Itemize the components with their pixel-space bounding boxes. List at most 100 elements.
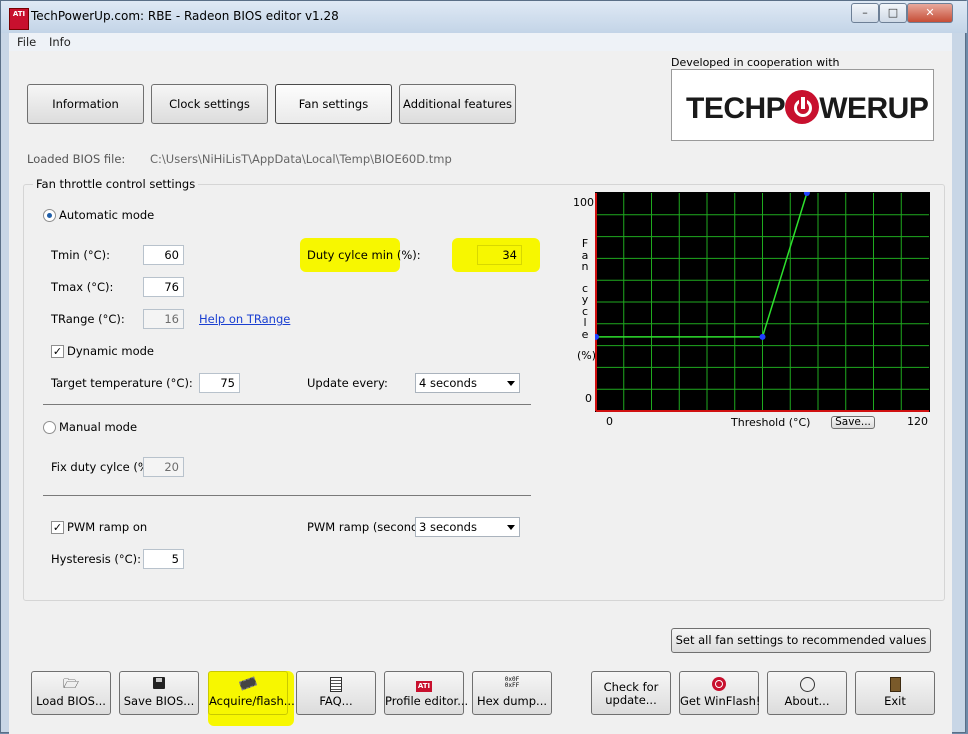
update-every-value: 4 seconds (419, 376, 477, 390)
get-winflash-button[interactable]: Get WinFlash! (679, 671, 761, 715)
document-icon (297, 677, 375, 693)
app-window: ATI TechPowerUp.com: RBE - Radeon BIOS e… (0, 0, 967, 734)
y-axis-label-char: n (581, 260, 589, 273)
ati-app-icon: ATI (9, 8, 29, 30)
chevron-down-icon (507, 525, 515, 530)
profile-editor-button[interactable]: ATI Profile editor... (384, 671, 469, 715)
logo-text-right: WERUP (819, 92, 929, 125)
chip-icon (209, 676, 287, 693)
power-icon (680, 677, 758, 693)
cooperation-caption: Developed in cooperation with (671, 56, 840, 69)
x-tick-label-120: 120 (907, 415, 928, 428)
check-update-button[interactable]: Check for update... (591, 671, 671, 715)
hysteresis-label: Hysteresis (°C): (51, 552, 142, 566)
ati-icon: ATI (416, 681, 432, 692)
faq-label: FAQ... (319, 694, 353, 708)
y-axis-label-char: y (581, 293, 589, 306)
x-axis-label: Threshold (°C) (731, 416, 811, 429)
y-axis-label-char: l (583, 316, 587, 329)
hex-dump-label: Hex dump... (476, 694, 548, 708)
exit-door-icon (856, 677, 934, 693)
duty-min-input[interactable]: 34 (477, 245, 522, 265)
tmin-input[interactable]: 60 (143, 245, 184, 265)
save-bios-button[interactable]: Save BIOS... (119, 671, 199, 715)
fan-curve-chart: Fa n c y c l e (%) 100 0 0 Threshold (°C) Save.… (571, 188, 941, 438)
dynamic-mode-checkbox[interactable]: ✓ (51, 345, 64, 358)
y-tick-label-100: 100 (573, 196, 594, 209)
acquire-flash-button[interactable]: Acquire/flash... (208, 671, 295, 715)
check-update-label: Check for update... (603, 680, 659, 707)
faq-button[interactable]: FAQ... (296, 671, 376, 715)
y-axis-label: Fa n c y c l e (%) (577, 237, 597, 362)
y-axis-label-char: F (581, 237, 589, 250)
trange-input: 16 (143, 309, 184, 329)
hex-dump-button[interactable]: 0x0F 0xFF Hex dump... (472, 671, 552, 715)
pwm-ramp-label: PWM ramp (seconds): (307, 520, 433, 534)
tab-clock-settings[interactable]: Clock settings (151, 84, 268, 124)
load-bios-label: Load BIOS... (36, 694, 106, 708)
about-label: About... (784, 694, 830, 708)
tmax-label: Tmax (°C): (51, 280, 114, 294)
chart-plot-area (595, 192, 930, 412)
exit-label: Exit (884, 694, 906, 708)
pwm-ramp-checkbox[interactable]: ✓ (51, 521, 64, 534)
hysteresis-input[interactable]: 5 (143, 549, 184, 569)
trange-label: TRange (°C): (51, 312, 125, 326)
load-bios-button[interactable]: 🗁 Load BIOS... (31, 671, 111, 715)
fan-curve-point (759, 333, 766, 340)
tab-additional-features[interactable]: Additional features (399, 84, 516, 124)
save-bios-label: Save BIOS... (123, 694, 195, 708)
divider (43, 404, 531, 405)
tab-fan-settings[interactable]: Fan settings (275, 84, 392, 124)
group-title: Fan throttle control settings (33, 177, 199, 191)
logo-text-left: TECHP (686, 92, 786, 125)
help-trange-link[interactable]: Help on TRange (199, 312, 290, 326)
divider (43, 495, 531, 496)
tmin-label: Tmin (°C): (51, 248, 110, 262)
power-logo-icon (785, 90, 820, 124)
main-panel: Information Clock settings Fan settings … (9, 51, 952, 734)
folder-icon: 🗁 (62, 677, 80, 692)
y-axis-label-char: e (581, 327, 589, 341)
chart-save-button[interactable]: Save... (831, 416, 875, 429)
tab-information[interactable]: Information (27, 84, 144, 124)
loaded-bios-path: C:\Users\NiHiLisT\AppData\Local\Temp\BIO… (150, 152, 452, 166)
update-every-label: Update every: (307, 376, 388, 390)
profile-editor-label: Profile editor... (385, 694, 469, 708)
loaded-bios-label: Loaded BIOS file: (27, 152, 126, 166)
tmax-input[interactable]: 76 (143, 277, 184, 297)
close-button[interactable]: ✕ (907, 3, 953, 23)
pwm-ramp-on-label: PWM ramp on (67, 520, 148, 534)
y-axis-label-char: (%) (577, 349, 597, 362)
dynamic-mode-label: Dynamic mode (67, 344, 154, 358)
about-button[interactable]: About... (767, 671, 847, 715)
floppy-icon (120, 677, 198, 693)
x-tick-label-0: 0 (606, 415, 613, 428)
manual-mode-radio[interactable] (43, 421, 56, 434)
chevron-down-icon (507, 381, 515, 386)
automatic-mode-radio[interactable] (43, 209, 56, 222)
update-every-dropdown[interactable]: 4 seconds (415, 373, 520, 393)
target-temp-input[interactable]: 75 (199, 373, 240, 393)
hex-icon: 0x0F 0xFF (504, 676, 520, 689)
menu-bar: File Info (9, 33, 952, 52)
get-winflash-label: Get WinFlash! (680, 694, 761, 708)
set-recommended-button[interactable]: Set all fan settings to recommended valu… (671, 628, 931, 653)
target-temp-label: Target temperature (°C): (51, 376, 193, 390)
automatic-mode-label: Automatic mode (59, 208, 155, 222)
menu-info[interactable]: Info (49, 35, 71, 49)
pwm-ramp-dropdown[interactable]: 3 seconds (415, 517, 520, 537)
pwm-ramp-value: 3 seconds (419, 520, 477, 534)
exit-button[interactable]: Exit (855, 671, 935, 715)
minimize-button[interactable]: – (851, 3, 879, 23)
techpowerup-logo: TECHP WERUP (671, 69, 934, 141)
duty-min-label: Duty cylce min (%): (307, 248, 421, 262)
manual-mode-label: Manual mode (59, 420, 138, 434)
acquire-flash-label: Acquire/flash... (209, 694, 295, 708)
fix-duty-input: 20 (143, 457, 184, 477)
clock-icon (768, 677, 846, 693)
window-title: TechPowerUp.com: RBE - Radeon BIOS edito… (31, 9, 339, 23)
maximize-button[interactable]: □ (879, 3, 907, 23)
menu-file[interactable]: File (17, 35, 36, 49)
y-tick-label-0: 0 (585, 392, 592, 405)
